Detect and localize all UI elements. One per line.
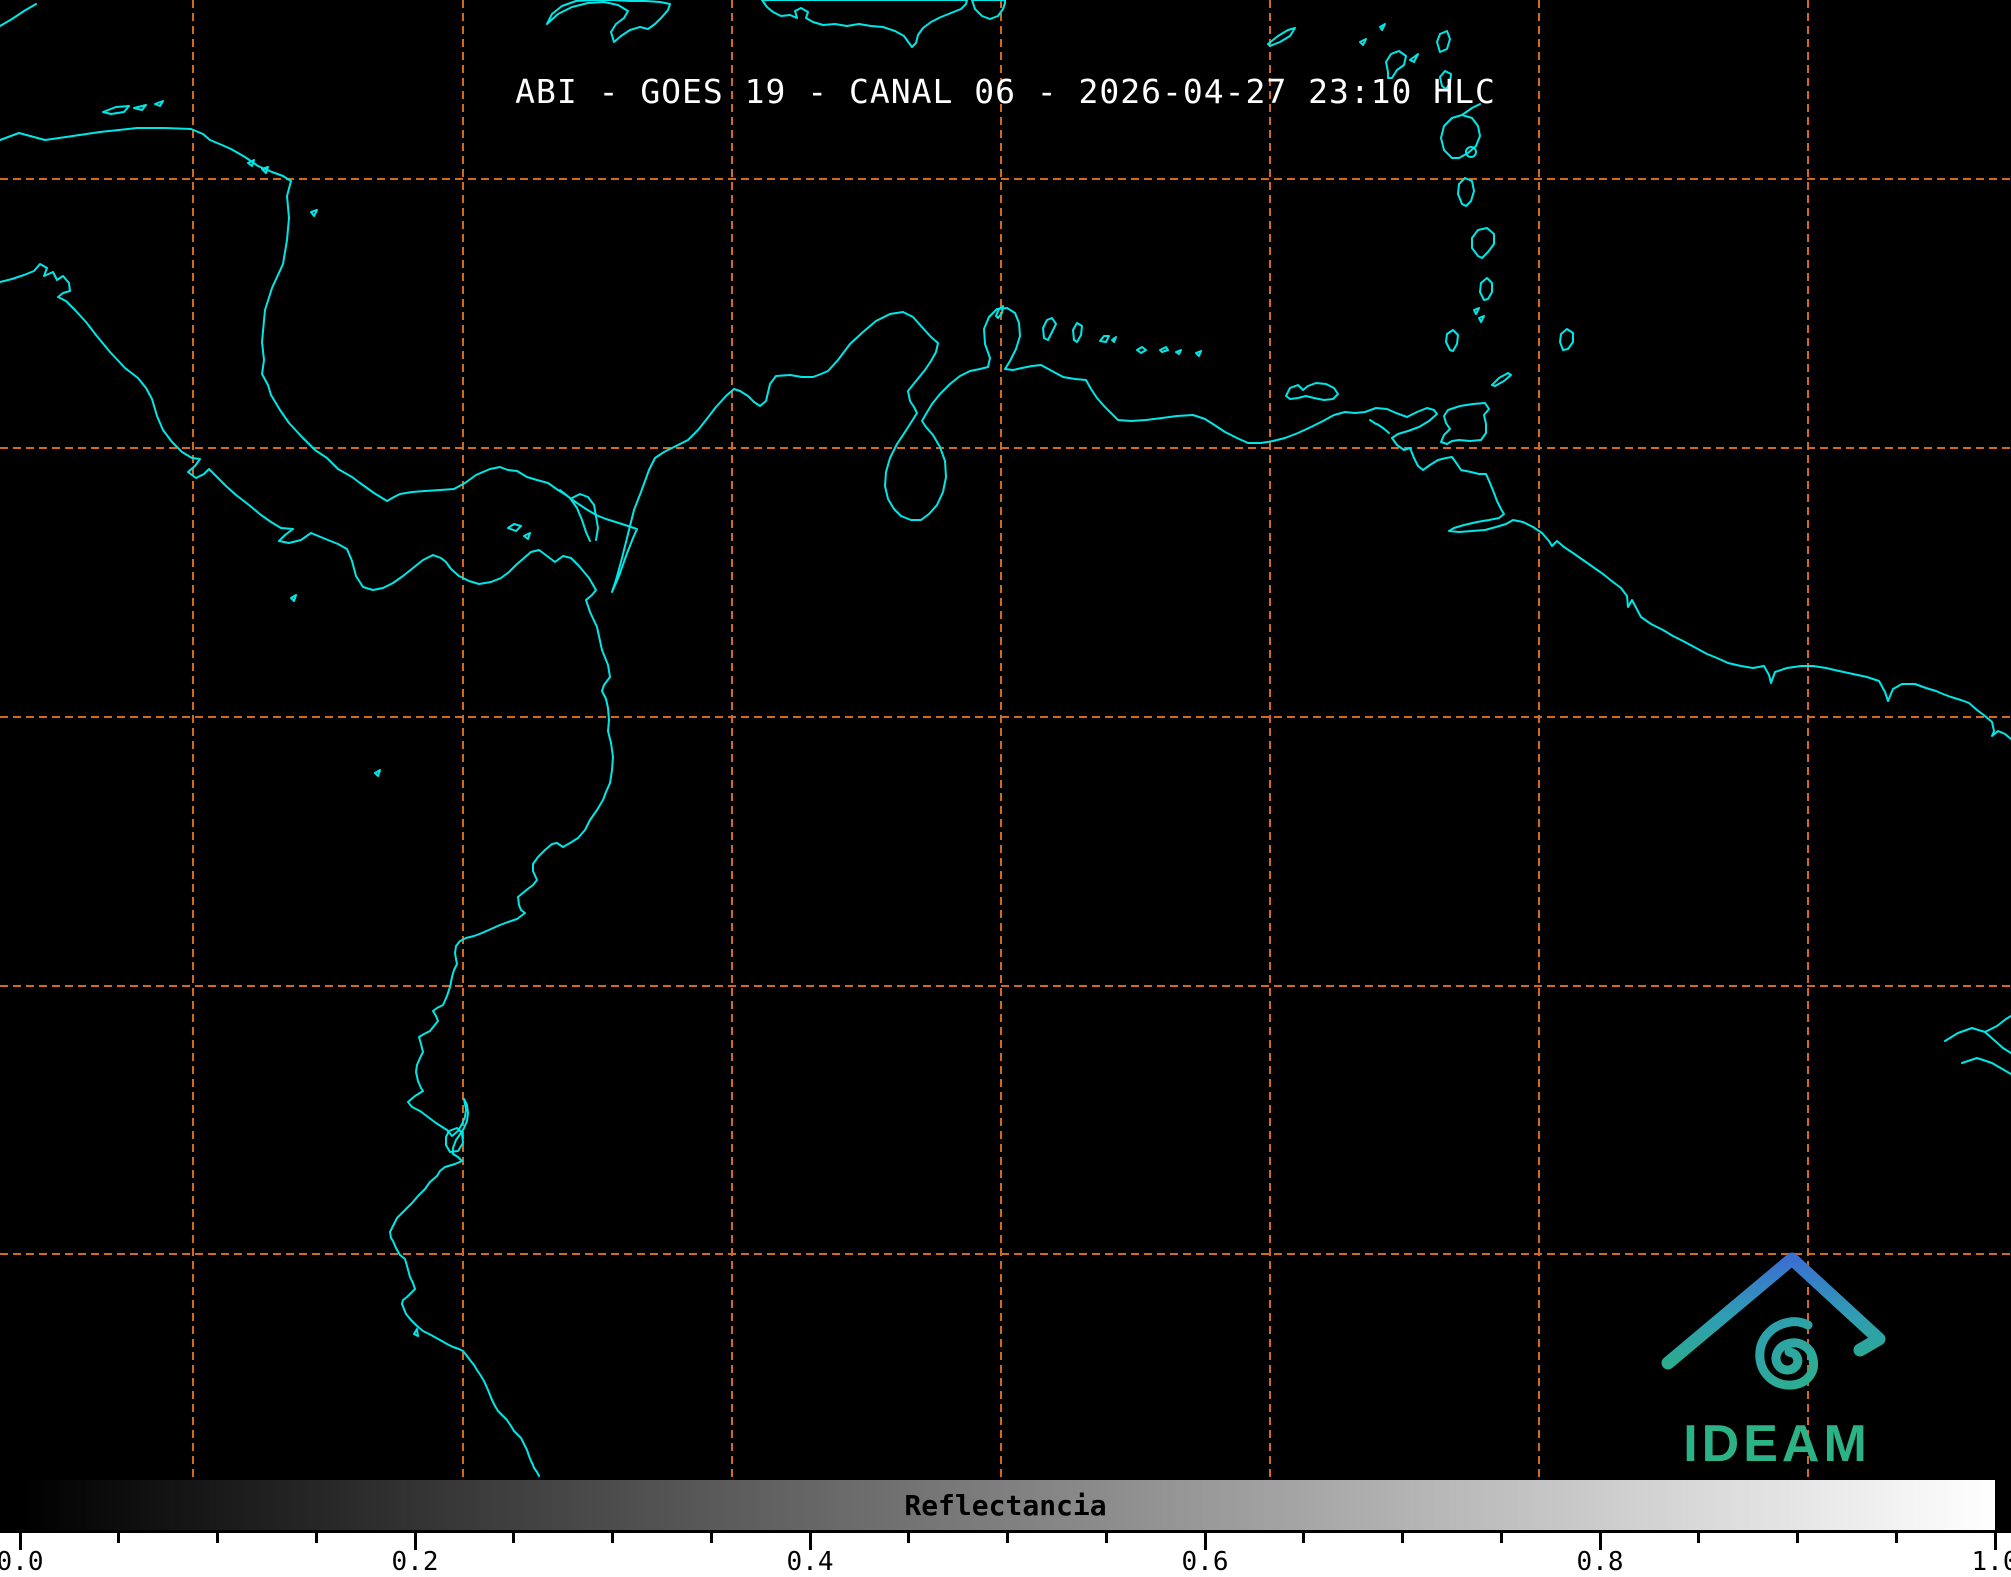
colorbar-minor-tick bbox=[216, 1533, 219, 1543]
coastline-trinidad bbox=[1440, 402, 1490, 445]
colorbar-minor-tick bbox=[1401, 1533, 1404, 1543]
coastline-grenadines-blob bbox=[1471, 227, 1495, 259]
colorbar-minor-tick bbox=[709, 1533, 713, 1543]
colorbar-minor-tick bbox=[512, 1533, 516, 1543]
ideam-logo-text: IDEAM bbox=[1683, 1415, 1871, 1473]
colorbar-minor-tick bbox=[1104, 1533, 1108, 1543]
coastline-uraba-atrato bbox=[559, 489, 599, 542]
colorbar-minor-tick bbox=[1006, 1533, 1009, 1543]
coastline-caribbean-mainland-coast bbox=[0, 127, 2011, 740]
colorbar-minor-tick bbox=[1499, 1533, 1503, 1543]
colorbar-tick-label: 0.0 bbox=[0, 1547, 44, 1577]
colorbar-tick-label: 0.6 bbox=[1181, 1547, 1229, 1577]
coastline-pacific-islets bbox=[290, 594, 419, 1337]
colorbar-minor-tick bbox=[907, 1533, 911, 1543]
coastline-grenada bbox=[1445, 329, 1459, 352]
coastline-ne-tiny-islets bbox=[1359, 23, 1386, 46]
colorbar-tick-label: 0.8 bbox=[1576, 1547, 1624, 1577]
coastline-bonaire bbox=[1072, 322, 1083, 343]
logo-roof-icon bbox=[1661, 1252, 1886, 1370]
coastline-tobago bbox=[1491, 372, 1512, 387]
colorbar-label: Reflectancia bbox=[904, 1489, 1107, 1522]
colorbar-tick-label: 0.4 bbox=[786, 1547, 834, 1577]
coastline-grenadine-dots bbox=[1473, 307, 1485, 323]
coastline-st-vincent bbox=[1457, 177, 1475, 207]
coastline-barbados bbox=[1559, 328, 1574, 351]
coastline-curacao bbox=[1042, 317, 1057, 341]
coastline-blanquilla-sliver bbox=[1267, 27, 1296, 47]
coastline-top-island-west bbox=[546, 0, 671, 43]
latlon-gridlines bbox=[0, 0, 2011, 1477]
coastline-top-left-corner-coast bbox=[0, 3, 37, 27]
satellite-image-viewport: ABI - GOES 19 - CANAL 06 - 2026-04-27 23… bbox=[0, 0, 2011, 1577]
logo-hurricane-spiral-icon bbox=[1755, 1317, 1819, 1390]
image-title: ABI - GOES 19 - CANAL 06 - 2026-04-27 23… bbox=[515, 72, 1496, 111]
coastline-miskito-cays bbox=[247, 159, 318, 217]
ideam-logo-graphic bbox=[1661, 1252, 1886, 1390]
coastline-pearl-islands bbox=[507, 523, 531, 540]
colorbar-minor-tick bbox=[1697, 1533, 1701, 1543]
coastline-las-aves bbox=[1099, 335, 1117, 343]
colorbar-minor-tick bbox=[117, 1533, 121, 1543]
coastline-antilles-north-1 bbox=[1436, 30, 1451, 53]
colorbar-minor-tick bbox=[314, 1533, 318, 1543]
coastline-essequibo-rivers bbox=[1944, 1015, 2011, 1075]
colorbar-minor-tick bbox=[1796, 1533, 1799, 1543]
coastline-st-lucia bbox=[1440, 103, 1481, 159]
coastline-top-island-mid bbox=[761, 0, 968, 48]
coastline-margarita bbox=[1285, 382, 1339, 401]
colorbar-tick-label: 1.0 bbox=[1971, 1547, 2011, 1577]
coastline-pacific-coast bbox=[0, 263, 614, 1477]
coastline-los-roques bbox=[1136, 346, 1202, 357]
colorbar-minor-tick bbox=[611, 1533, 614, 1543]
coastline-puna-island bbox=[445, 1127, 464, 1153]
colorbar-minor-tick bbox=[1894, 1533, 1898, 1543]
colorbar-minor-tick bbox=[1302, 1533, 1306, 1543]
coastline-paria-fringe bbox=[1369, 419, 1390, 434]
satellite-map bbox=[0, 0, 2011, 1477]
colorbar-tick-label: 0.2 bbox=[391, 1547, 439, 1577]
coastline-grenadines-oval bbox=[1479, 277, 1493, 301]
